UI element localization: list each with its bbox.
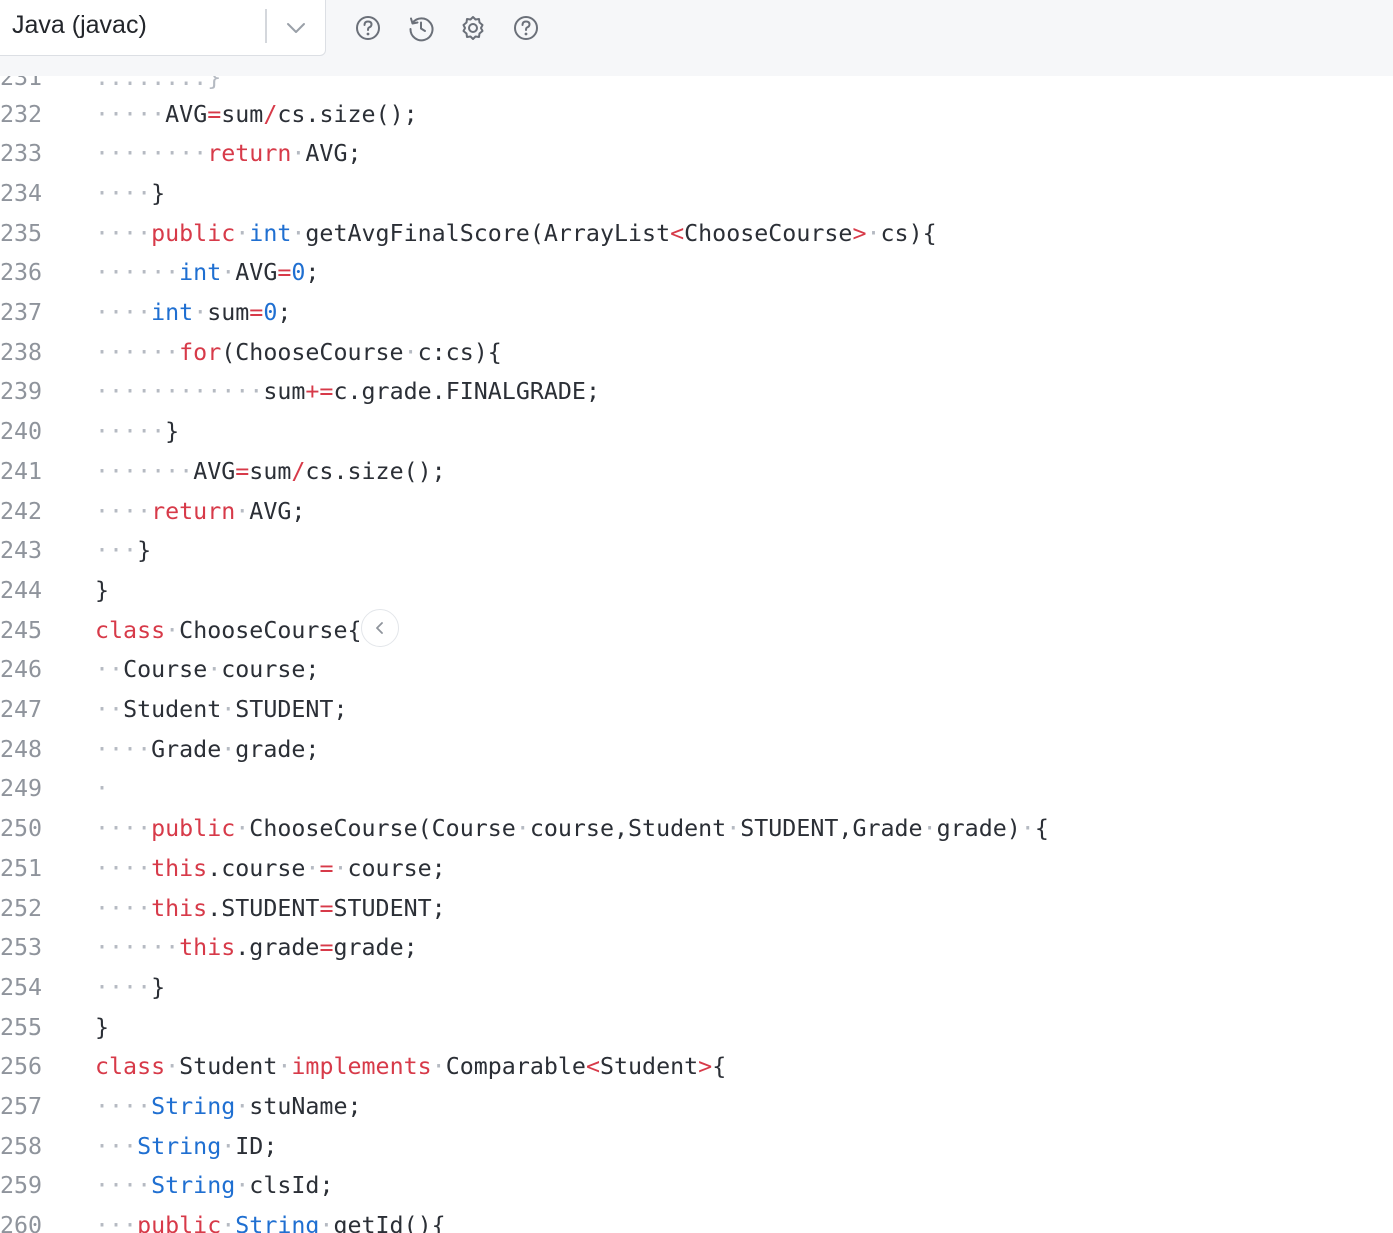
- code-line: 247 ··Student·STUDENT;: [0, 690, 1393, 730]
- code-text: ·····AVG=sum/cs.size();: [95, 100, 418, 128]
- code-text: ········return·AVG;: [95, 140, 362, 168]
- code-text: ····public·ChooseCourse(Course·course,St…: [95, 815, 1049, 843]
- code-text: ····this.course·=·course;: [95, 854, 446, 882]
- line-number: 247: [0, 696, 43, 723]
- line-number: 243: [0, 537, 43, 565]
- code-line: 241 ·······AVG=sum/cs.size();: [0, 452, 1393, 492]
- history-icon[interactable]: [407, 14, 435, 42]
- code-line: 253 ······this.grade=grade;: [0, 928, 1393, 968]
- line-number: 236: [0, 259, 43, 287]
- chevron-left-icon: [376, 622, 383, 634]
- code-line: 260 ···public·String·getId(){: [0, 1206, 1393, 1233]
- code-text: ····String·clsId;: [95, 1172, 334, 1200]
- line-number: 244: [0, 576, 43, 604]
- line-number: 242: [0, 497, 43, 525]
- code-line: 255}: [0, 1008, 1393, 1048]
- code-line: 236 ······int·AVG=0;: [0, 253, 1393, 293]
- line-number: 252: [0, 894, 43, 922]
- line-number: 254: [0, 973, 43, 1001]
- code-text: ····public·int·getAvgFinalScore(ArrayLis…: [95, 219, 937, 247]
- line-number: 257: [0, 1093, 43, 1120]
- line-number: 237: [0, 299, 43, 326]
- code-text: ···public·String·getId(){: [95, 1212, 446, 1233]
- line-number: 245: [0, 616, 43, 644]
- line-number: 235: [0, 219, 43, 247]
- code-line: 243 ···}: [0, 531, 1393, 571]
- code-line: 235 ····public·int·getAvgFinalScore(Array…: [0, 214, 1393, 254]
- code-text: ·····}: [95, 418, 180, 446]
- language-select[interactable]: Java (javac): [0, 0, 326, 56]
- code-text: ····String·stuName;: [95, 1093, 362, 1120]
- line-number: 246: [0, 656, 43, 684]
- code-text: ··Course·course;: [95, 656, 320, 684]
- code-line: 233 ········return·AVG;: [0, 134, 1393, 174]
- code-text: ····int·sum=0;: [95, 299, 292, 326]
- code-text: ······this.grade=grade;: [95, 934, 418, 962]
- line-number: 260: [0, 1212, 43, 1233]
- code-text: class·Student·implements·Comparable<Stud…: [95, 1053, 727, 1081]
- line-number: 259: [0, 1172, 43, 1200]
- language-select-label: Java (javac): [12, 11, 147, 39]
- code-line: 256 class·Student·implements·Comparable<S…: [0, 1047, 1393, 1087]
- code-line: 232 ·····AVG=sum/cs.size();: [0, 95, 1393, 135]
- chevron-down-icon[interactable]: [283, 15, 309, 41]
- select-divider: [265, 9, 267, 43]
- code-line: 239 ············sum+=c.grade.FINALGRADE;: [0, 372, 1393, 412]
- code-line: 246 ··Course·course;: [0, 650, 1393, 690]
- fold-toggle-button[interactable]: [361, 609, 399, 647]
- code-line: 244}: [0, 571, 1393, 611]
- code-text: ·······AVG=sum/cs.size();: [95, 457, 446, 485]
- line-number: 253: [0, 934, 43, 962]
- code-line: 257 ····String·stuName;: [0, 1087, 1393, 1127]
- help-icon[interactable]: [354, 14, 382, 42]
- code-text: ····}: [95, 179, 166, 207]
- code-line: 248 ····Grade·grade;: [0, 730, 1393, 770]
- line-number: 233: [0, 140, 43, 168]
- line-number: 251: [0, 854, 43, 882]
- help-icon[interactable]: [512, 14, 540, 42]
- settings-icon[interactable]: [459, 14, 487, 42]
- line-number: 258: [0, 1132, 43, 1160]
- line-number: 249: [0, 775, 43, 803]
- code-line: 252 ····this.STUDENT=STUDENT;: [0, 889, 1393, 929]
- code-line: 245 class·ChooseCourse{: [0, 611, 1393, 651]
- code-text: ····}: [95, 973, 166, 1001]
- code-text: ············sum+=c.grade.FINALGRADE;: [95, 378, 600, 406]
- line-number: 240: [0, 418, 43, 446]
- line-number: 255: [0, 1013, 43, 1041]
- code-text: }: [95, 576, 110, 604]
- code-line: 250 ····public·ChooseCourse(Course·course…: [0, 809, 1393, 849]
- code-text: ·: [95, 775, 110, 803]
- code-editor[interactable]: 231 ........} 232 ·····AVG=sum/cs.size();…: [0, 76, 1393, 1233]
- code-text: ···String·ID;: [95, 1132, 278, 1160]
- code-line: 238 ······for(ChooseCourse·c:cs){: [0, 333, 1393, 373]
- code-text: ······int·AVG=0;: [95, 259, 320, 287]
- line-number: 256: [0, 1053, 43, 1081]
- code-text: }: [95, 1013, 110, 1041]
- code-text: ····return·AVG;: [95, 497, 306, 525]
- code-line: 254 ····}: [0, 968, 1393, 1008]
- code-line: 251 ····this.course·=·course;: [0, 849, 1393, 889]
- code-line: 259 ····String·clsId;: [0, 1166, 1393, 1206]
- code-line: 237 ····int·sum=0;: [0, 293, 1393, 333]
- editor-toolbar: Java (javac): [0, 0, 1393, 76]
- line-number: 232: [0, 100, 43, 128]
- code-text: ··Student·STUDENT;: [95, 696, 348, 723]
- code-text: ······for(ChooseCourse·c:cs){: [95, 338, 502, 366]
- line-number: 234: [0, 179, 43, 207]
- line-number: 248: [0, 735, 43, 763]
- code-line: 258 ···String·ID;: [0, 1127, 1393, 1167]
- code-text: class·ChooseCourse{: [95, 616, 362, 644]
- line-number: 241: [0, 457, 43, 485]
- code-text: ···}: [95, 537, 152, 565]
- code-text: ····this.STUDENT=STUDENT;: [95, 894, 446, 922]
- code-line: 234 ····}: [0, 174, 1393, 214]
- code-line: 249 ·: [0, 769, 1393, 809]
- code-line: 240 ·····}: [0, 412, 1393, 452]
- line-number: 250: [0, 815, 43, 843]
- code-text: ····Grade·grade;: [95, 735, 320, 763]
- line-number: 238: [0, 338, 43, 366]
- code-line: 242 ····return·AVG;: [0, 492, 1393, 532]
- line-number: 239: [0, 378, 43, 406]
